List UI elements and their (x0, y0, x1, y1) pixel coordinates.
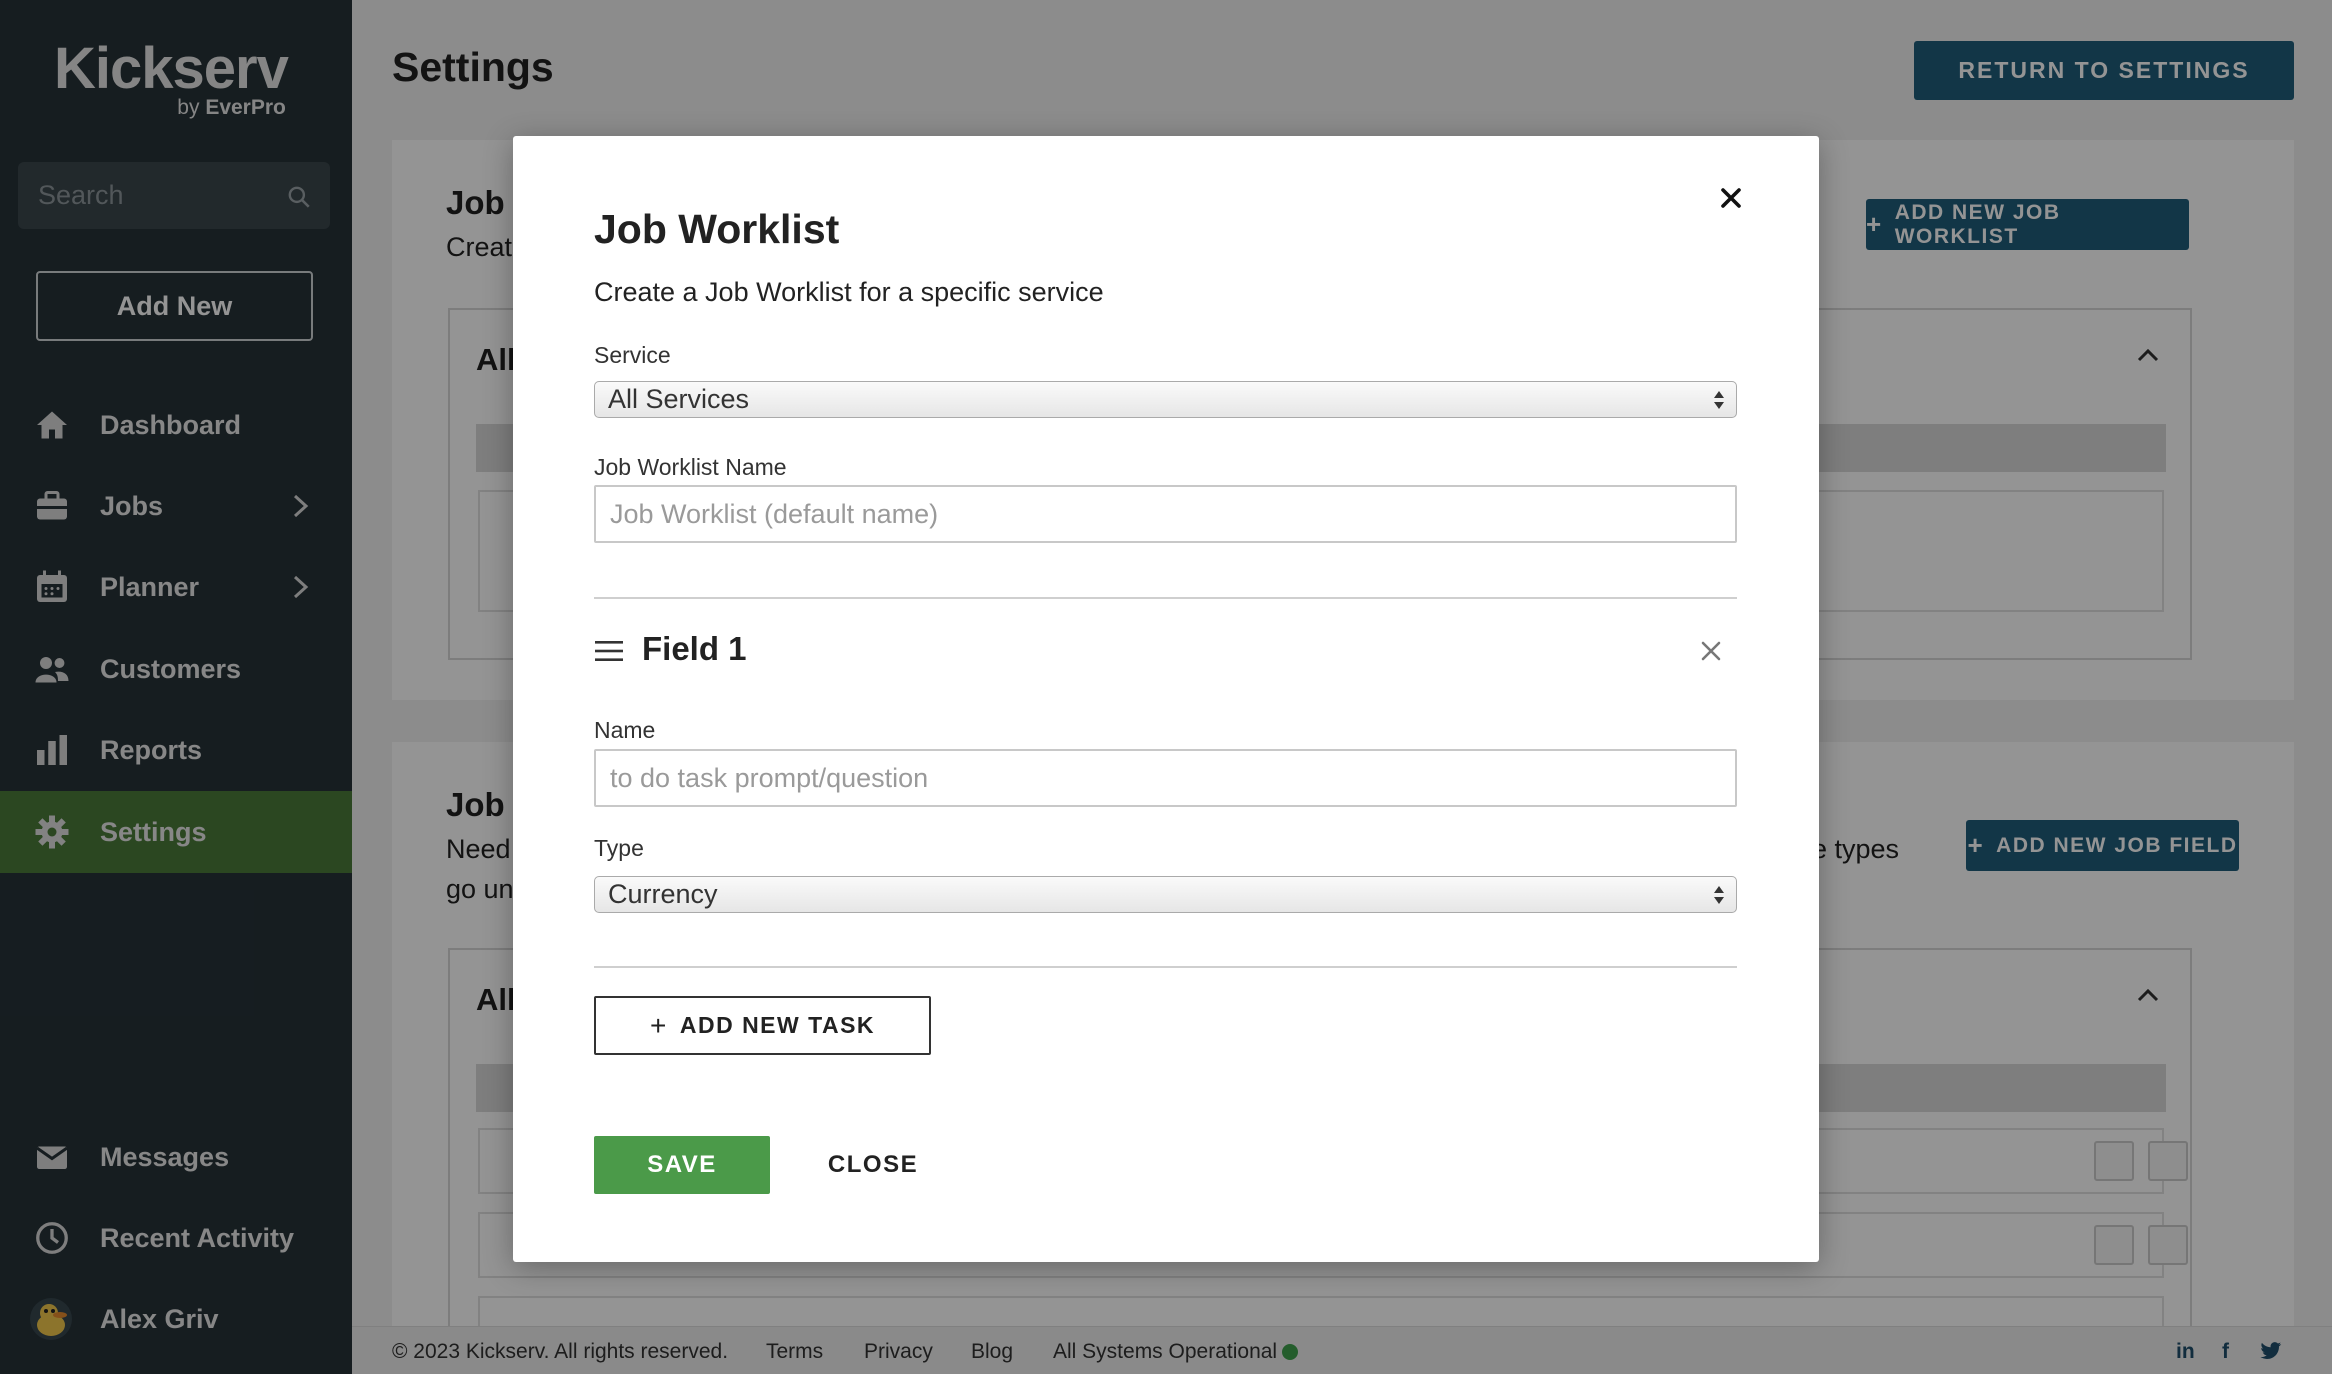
remove-field-icon[interactable] (1698, 638, 1724, 664)
service-select[interactable]: All Services (594, 381, 1737, 418)
field-type-select[interactable]: Currency (594, 876, 1737, 913)
worklist-name-label: Job Worklist Name (594, 454, 787, 480)
plus-icon: + (649, 1009, 668, 1041)
modal-subtitle: Create a Job Worklist for a specific ser… (594, 277, 1104, 307)
service-label: Service (594, 342, 671, 368)
close-button[interactable]: CLOSE (803, 1136, 943, 1194)
job-worklist-modal: Job Worklist Create a Job Worklist for a… (513, 136, 1819, 1262)
save-button[interactable]: SAVE (594, 1136, 770, 1194)
select-arrows-icon (1714, 886, 1724, 904)
field-header: Field 1 (594, 626, 1737, 676)
service-select-value: All Services (608, 384, 750, 414)
field-name-label: Name (594, 717, 656, 743)
divider (594, 597, 1737, 599)
drag-handle-icon[interactable] (594, 638, 624, 664)
modal-title: Job Worklist (594, 206, 840, 252)
add-new-task-button[interactable]: + ADD NEW TASK (594, 996, 931, 1055)
field-name-input[interactable] (594, 749, 1737, 807)
select-arrows-icon (1714, 391, 1724, 409)
divider (594, 966, 1737, 968)
field-type-select-value: Currency (608, 879, 718, 909)
close-icon[interactable] (1713, 180, 1749, 216)
field-title: Field 1 (642, 630, 747, 667)
worklist-name-input[interactable] (594, 485, 1737, 543)
field-type-label: Type (594, 835, 644, 861)
